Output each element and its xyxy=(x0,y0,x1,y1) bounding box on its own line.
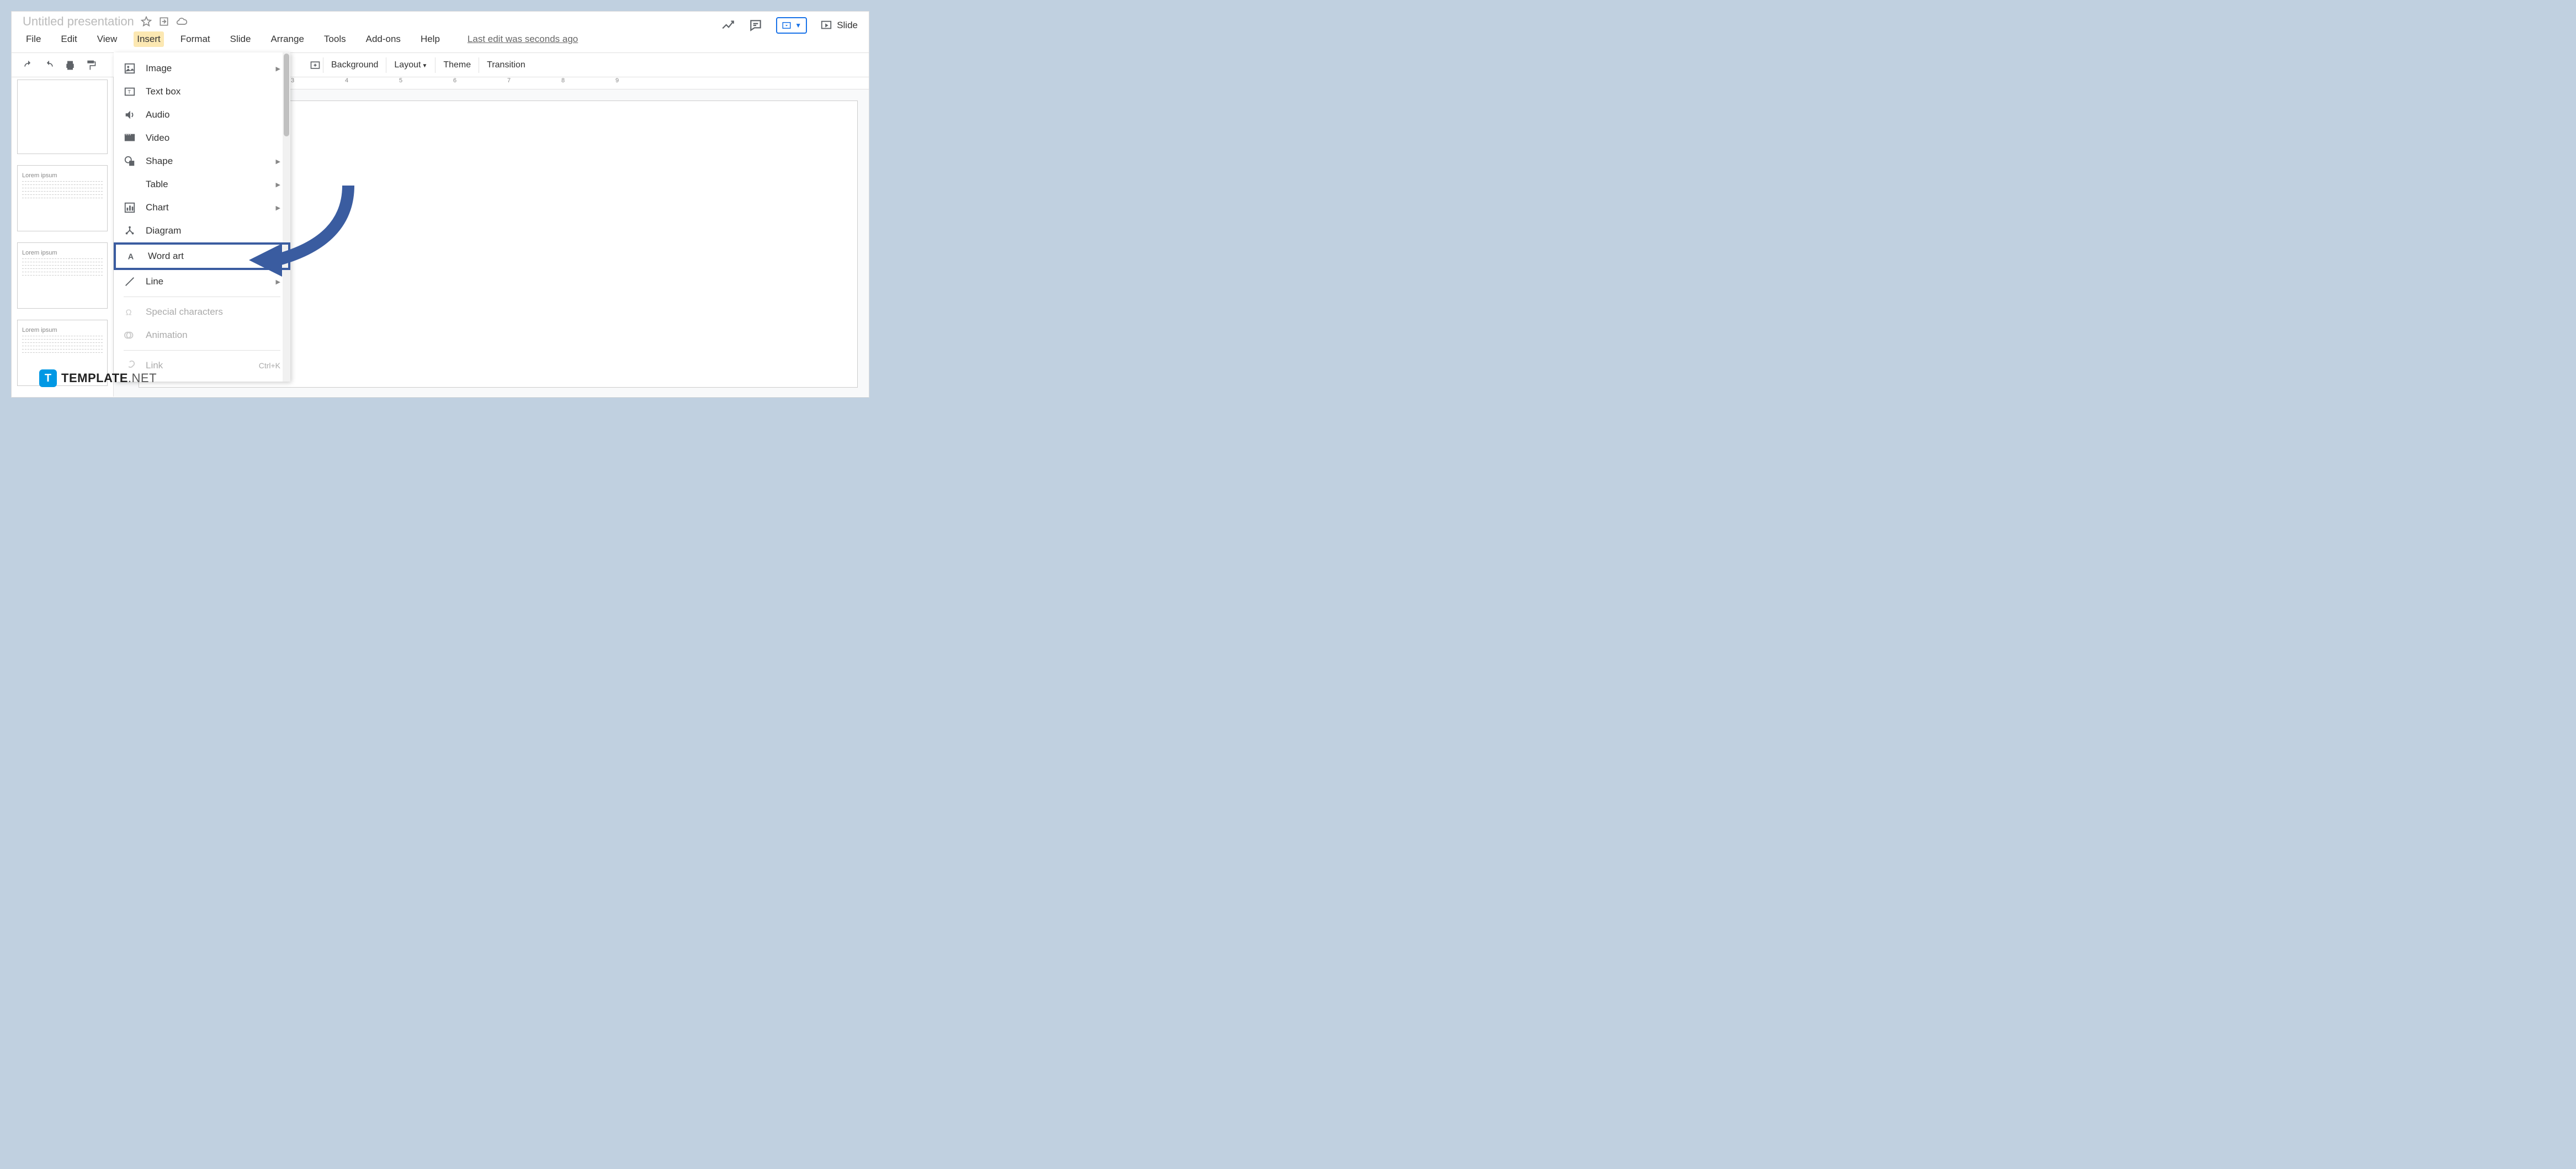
watermark: T TEMPLATE.NET xyxy=(39,369,157,387)
star-icon[interactable] xyxy=(141,16,152,27)
print-icon[interactable] xyxy=(65,60,76,71)
omega-icon: Ω xyxy=(124,306,136,318)
menu-file[interactable]: File xyxy=(23,31,44,47)
chevron-right-icon: ▶ xyxy=(276,158,280,165)
menu-help[interactable]: Help xyxy=(417,31,443,47)
activity-icon[interactable] xyxy=(721,18,735,33)
menu-edit[interactable]: Edit xyxy=(57,31,80,47)
layout-button[interactable]: Layout▼ xyxy=(389,58,433,72)
shortcut-label: Ctrl+K xyxy=(259,361,280,370)
menu-item-shape[interactable]: Shape▶ xyxy=(114,150,290,173)
chevron-right-icon: ▶ xyxy=(276,65,280,72)
template-text: TEMPLATE.NET xyxy=(61,371,157,385)
annotation-arrow xyxy=(243,174,365,279)
animation-icon xyxy=(124,329,136,341)
textbox-icon: T xyxy=(124,86,136,98)
app-window: Untitled presentation ▼ Slide File Edit … xyxy=(11,11,869,398)
move-icon[interactable] xyxy=(158,16,169,27)
thumb-label: Lorem ipsum xyxy=(22,327,57,334)
menu-insert[interactable]: Insert xyxy=(134,31,164,47)
menu-tools[interactable]: Tools xyxy=(321,31,349,47)
template-logo: T xyxy=(39,369,57,387)
present-icon xyxy=(782,20,792,30)
paint-format-icon[interactable] xyxy=(86,60,97,71)
menu-view[interactable]: View xyxy=(94,31,121,47)
present-button[interactable]: ▼ xyxy=(776,17,807,34)
svg-text:A: A xyxy=(128,253,134,262)
slide-thumbnail[interactable]: Lorem ipsum xyxy=(17,165,108,231)
wordart-icon: A xyxy=(126,250,138,262)
slideshow-button[interactable]: Slide xyxy=(820,19,858,31)
last-edit-link[interactable]: Last edit was seconds ago xyxy=(468,34,578,45)
redo-icon[interactable] xyxy=(44,60,55,71)
new-slide-icon[interactable] xyxy=(310,60,321,71)
menu-arrange[interactable]: Arrange xyxy=(267,31,307,47)
menu-format[interactable]: Format xyxy=(177,31,214,47)
shape-icon xyxy=(124,155,136,167)
menu-item-textbox[interactable]: T Text box xyxy=(114,80,290,103)
menu-slide[interactable]: Slide xyxy=(227,31,254,47)
undo-icon[interactable] xyxy=(23,60,34,71)
menu-addons[interactable]: Add-ons xyxy=(363,31,404,47)
menu-item-video[interactable]: Video xyxy=(114,126,290,150)
header-right: ▼ Slide xyxy=(721,17,858,34)
thumb-label: Lorem ipsum xyxy=(22,172,57,179)
document-title[interactable]: Untitled presentation xyxy=(23,14,134,29)
theme-button[interactable]: Theme xyxy=(438,58,476,72)
cloud-icon[interactable] xyxy=(176,16,187,27)
svg-text:T: T xyxy=(128,89,131,95)
video-icon xyxy=(124,132,136,144)
slide-thumbnail[interactable] xyxy=(17,80,108,154)
menu-item-animation[interactable]: Animation xyxy=(114,324,290,347)
slide-panel: Lorem ipsum Lorem ipsum Lorem ipsum xyxy=(12,77,114,396)
thumb-label: Lorem ipsum xyxy=(22,250,57,256)
image-icon xyxy=(124,62,136,75)
background-button[interactable]: Background xyxy=(326,58,384,72)
diagram-icon xyxy=(124,225,136,237)
menu-item-special-chars[interactable]: Ω Special characters xyxy=(114,300,290,324)
separator xyxy=(124,350,280,351)
chevron-down-icon: ▼ xyxy=(795,22,801,29)
comment-icon[interactable] xyxy=(748,18,763,33)
chart-icon xyxy=(124,202,136,214)
play-icon xyxy=(820,19,832,31)
menu-item-audio[interactable]: Audio xyxy=(114,103,290,126)
transition-button[interactable]: Transition xyxy=(481,58,531,72)
slide-thumbnail[interactable]: Lorem ipsum xyxy=(17,242,108,309)
menu-item-image[interactable]: Image▶ xyxy=(114,57,290,80)
svg-text:Ω: Ω xyxy=(126,309,132,318)
audio-icon xyxy=(124,109,136,121)
line-icon xyxy=(124,276,136,288)
